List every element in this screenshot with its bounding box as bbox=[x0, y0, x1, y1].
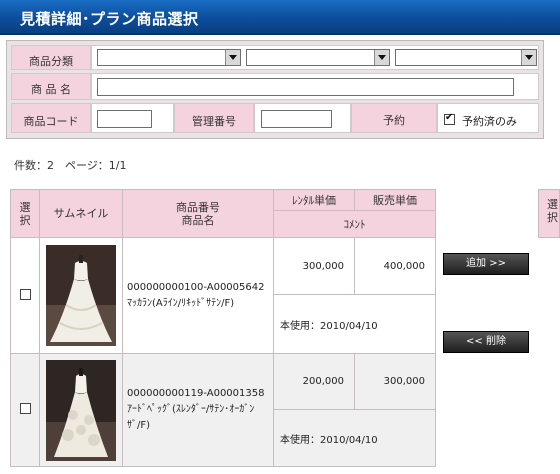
window-title: 見積詳細･プラン商品選択 bbox=[20, 10, 199, 28]
chevron-down-icon bbox=[374, 50, 389, 65]
rental-price-header: ﾚﾝﾀﾙ単価 bbox=[273, 189, 355, 211]
product-code: 000000000100-A00005642 bbox=[127, 281, 265, 293]
dress-thumbnail[interactable] bbox=[46, 245, 116, 346]
management-no-label: 管理番号 bbox=[174, 103, 254, 133]
row-select-checkbox[interactable] bbox=[19, 403, 31, 414]
row-select-checkbox[interactable] bbox=[19, 288, 31, 300]
remove-button[interactable]: << 削除 bbox=[443, 331, 529, 353]
product-name: ｱｰﾄﾞﾍﾟｯｸﾞ(ｽﾚﾝﾀﾞｰ/ｻﾃﾝ･ｵｰｶﾞﾝｻﾞ/F) bbox=[127, 404, 255, 431]
sale-price: 300,000 bbox=[354, 353, 436, 410]
category-select-3[interactable] bbox=[395, 49, 537, 66]
sale-price-header: 販売単価 bbox=[354, 189, 436, 211]
category-label: 商品分類 bbox=[11, 45, 91, 70]
result-count: 件数：2 ページ：1/1 bbox=[14, 159, 127, 172]
product-code: 000000000119-A00001358 bbox=[127, 388, 265, 399]
product-code-label: 商品コード bbox=[11, 103, 91, 133]
category-select-2[interactable] bbox=[246, 49, 390, 66]
product-column-header: 商品番号 商品名 bbox=[122, 189, 274, 238]
dress-photo-icon bbox=[46, 359, 116, 461]
rental-price: 200,000 bbox=[273, 353, 355, 410]
chevron-down-icon bbox=[225, 50, 240, 65]
reserve-label: 予約 bbox=[351, 103, 437, 133]
comment: 本使用：2010/04/10 bbox=[273, 294, 436, 354]
category-select-1[interactable] bbox=[97, 49, 241, 66]
product-name: ﾏｯｶﾗﾝ(Aﾗｲﾝ/ﾘｷｯﾄﾞｻﾃﾝ/F) bbox=[127, 297, 235, 309]
table-row: 000000000100-A00005642 ﾏｯｶﾗﾝ(Aﾗｲﾝ/ﾘｷｯﾄﾞｻ… bbox=[10, 237, 436, 354]
selected-table-header: 選択 bbox=[538, 189, 560, 238]
comment: 本使用：2010/04/10 bbox=[273, 409, 436, 467]
comment-header: ｺﾒﾝﾄ bbox=[273, 210, 436, 238]
product-code-input[interactable] bbox=[97, 110, 152, 128]
management-no-input[interactable] bbox=[261, 110, 332, 128]
selected-select-header: 選択 bbox=[547, 198, 558, 224]
search-panel: 商品分類 商 品 名 商品コード 管理番号 予約 予約済のみ bbox=[6, 40, 544, 139]
product-name-input[interactable] bbox=[97, 78, 514, 96]
dress-thumbnail[interactable] bbox=[46, 359, 116, 461]
product-name-label: 商 品 名 bbox=[11, 73, 91, 100]
table-row: 000000000119-A00001358 ｱｰﾄﾞﾍﾟｯｸﾞ(ｽﾚﾝﾀﾞｰ/… bbox=[10, 353, 436, 467]
product-table: 選択 サムネイル 商品番号 商品名 ﾚﾝﾀﾙ単価 販売単価 ｺﾒﾝﾄ 00000… bbox=[10, 189, 436, 467]
rental-price: 300,000 bbox=[273, 237, 355, 295]
reserved-only-checkbox[interactable] bbox=[444, 112, 455, 125]
title-bar: 見積詳細･プラン商品選択 bbox=[0, 0, 560, 35]
reserved-only-label: 予約済のみ bbox=[462, 115, 517, 128]
chevron-down-icon bbox=[521, 50, 536, 65]
add-button[interactable]: 追加 >> bbox=[443, 253, 529, 275]
dress-photo-icon bbox=[46, 245, 116, 346]
select-column-header: 選択 bbox=[10, 189, 40, 238]
sale-price: 400,000 bbox=[354, 237, 436, 295]
thumbnail-column-header: サムネイル bbox=[39, 189, 123, 238]
